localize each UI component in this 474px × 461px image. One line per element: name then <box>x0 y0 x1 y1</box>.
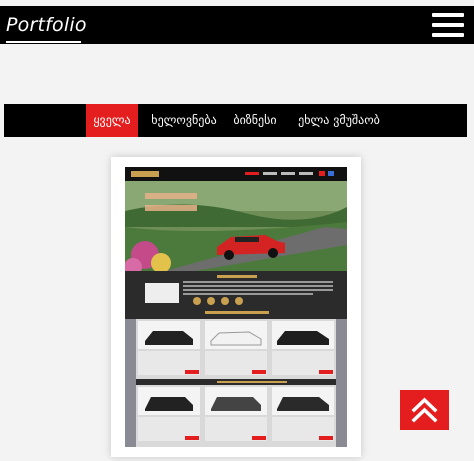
portfolio-card[interactable] <box>111 157 361 457</box>
filter-tab-current-work[interactable]: ეხლა ვმუშაობ <box>291 104 387 137</box>
filter-tab-business[interactable]: ბიზნესი <box>226 104 284 137</box>
hamburger-menu-icon[interactable] <box>432 13 464 37</box>
brand-underline <box>6 41 81 43</box>
filter-tab-art[interactable]: ხელოვნება <box>142 104 226 137</box>
car-rental-site-preview <box>125 167 347 447</box>
scroll-to-top-button[interactable] <box>400 390 449 430</box>
brand-logo[interactable]: Portfolio <box>6 14 87 36</box>
portfolio-filter-bar: ყველა ხელოვნება ბიზნესი ეხლა ვმუშაობ <box>4 104 467 137</box>
top-navbar: Portfolio <box>0 6 474 44</box>
portfolio-thumbnail[interactable] <box>125 167 347 447</box>
filter-tab-all[interactable]: ყველა <box>86 104 138 137</box>
double-chevron-up-icon <box>411 397 438 423</box>
